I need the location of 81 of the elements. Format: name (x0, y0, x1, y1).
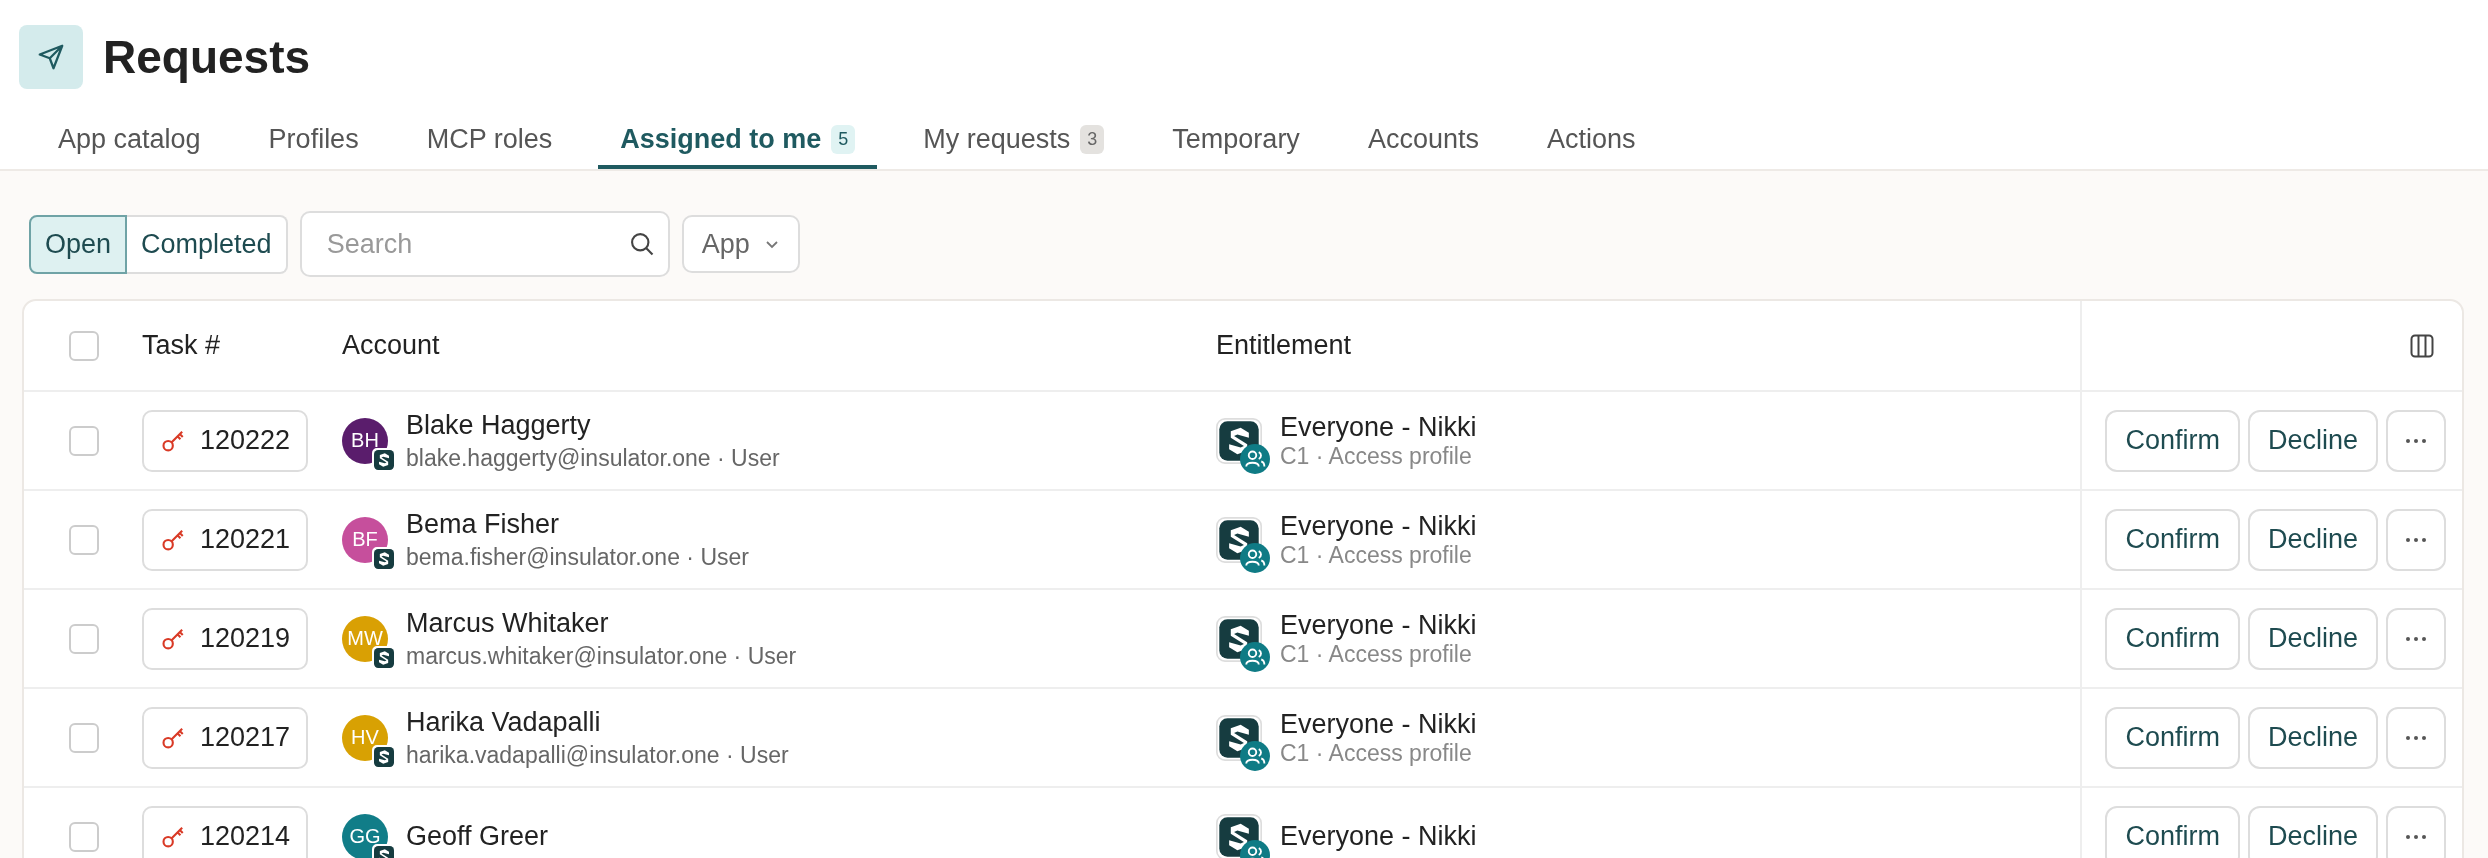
account-email: harika.vadapalli@insulator.one · User (406, 741, 789, 769)
task-button[interactable]: 120222 (142, 409, 309, 472)
users-icon (1240, 542, 1270, 573)
confirm-button[interactable]: Confirm (2105, 508, 2240, 571)
column-header: Account (342, 330, 440, 361)
more-icon (2404, 734, 2428, 741)
segment-button[interactable]: Completed (127, 214, 288, 274)
confirm-button[interactable]: Confirm (2105, 706, 2240, 769)
paper-plane-icon (19, 25, 83, 89)
row-checkbox[interactable] (69, 722, 99, 753)
tab[interactable]: Profiles (246, 112, 381, 169)
more-button[interactable] (2386, 409, 2446, 472)
row-checkbox[interactable] (69, 425, 99, 456)
entitlement-name: Everyone - Nikki (1280, 411, 1477, 443)
decline-button[interactable]: Decline (2247, 706, 2378, 769)
decline-button[interactable]: Decline (2247, 508, 2378, 571)
more-icon (2404, 437, 2428, 444)
entitlement-name: Everyone - Nikki (1280, 708, 1477, 740)
app-logo-icon (372, 546, 396, 571)
tab[interactable]: My requests 3 (901, 112, 1127, 169)
avatar: BH (342, 417, 388, 464)
account-name: Blake Haggerty (406, 409, 592, 441)
column-header: Entitlement (1216, 330, 1352, 361)
decline-button[interactable]: Decline (2247, 607, 2378, 670)
tab[interactable]: Accounts (1345, 112, 1501, 169)
row-checkbox[interactable] (69, 524, 99, 555)
tab[interactable]: MCP roles (404, 112, 575, 169)
account-name: Geoff Greer (406, 821, 549, 852)
app-logo-icon (372, 744, 396, 769)
entitlement-detail: C1 · Access profile (1280, 640, 1473, 668)
users-icon (1240, 443, 1270, 474)
more-icon (2404, 635, 2428, 642)
users-icon (1240, 740, 1270, 771)
column-header: Task # (142, 330, 221, 361)
more-icon (2404, 536, 2428, 543)
app-logo-icon (372, 447, 396, 472)
task-button[interactable]: 120214 (142, 805, 309, 858)
confirm-button[interactable]: Confirm (2105, 805, 2240, 858)
more-button[interactable] (2386, 508, 2446, 571)
decline-button[interactable]: Decline (2247, 805, 2378, 858)
more-button[interactable] (2386, 607, 2446, 670)
account-name: Bema Fisher (406, 508, 561, 540)
avatar: HV (342, 714, 388, 761)
avatar: BF (342, 516, 388, 563)
segment-button[interactable]: Open (29, 214, 128, 274)
confirm-button[interactable]: Confirm (2105, 409, 2240, 472)
decline-button[interactable]: Decline (2247, 409, 2378, 472)
row-checkbox[interactable] (69, 821, 99, 852)
account-name: Marcus Whitaker (406, 607, 610, 639)
avatar: MW (342, 615, 388, 662)
tab[interactable]: Temporary (1150, 112, 1322, 169)
select-all-checkbox[interactable] (69, 330, 99, 361)
entitlement-detail: C1 · Access profile (1280, 442, 1473, 470)
account-name: Harika Vadapalli (406, 706, 602, 738)
row-checkbox[interactable] (69, 623, 99, 654)
tab[interactable]: App catalog (36, 112, 223, 169)
tab[interactable]: Actions (1524, 112, 1658, 169)
app-filter-dropdown[interactable]: App (681, 215, 800, 273)
entitlement-detail: C1 · Access profile (1280, 541, 1473, 569)
account-email: marcus.whitaker@insulator.one · User (406, 642, 797, 670)
entitlement-name: Everyone - Nikki (1280, 821, 1477, 852)
task-button[interactable]: 120219 (142, 607, 309, 670)
account-email: bema.fisher@insulator.one · User (406, 543, 749, 571)
more-icon (2404, 833, 2428, 840)
tab[interactable]: Assigned to me 5 (598, 112, 878, 169)
count-badge: 3 (1080, 125, 1105, 154)
entitlement-name: Everyone - Nikki (1280, 609, 1477, 641)
task-button[interactable]: 120217 (142, 706, 309, 769)
entitlement-name: Everyone - Nikki (1280, 510, 1477, 542)
count-badge: 5 (831, 125, 856, 154)
avatar: GG (342, 813, 388, 858)
task-button[interactable]: 120221 (142, 508, 309, 571)
app-logo-icon (372, 645, 396, 670)
entitlement-detail: C1 · Access profile (1280, 739, 1473, 767)
search-field[interactable]: Search (299, 211, 670, 277)
confirm-button[interactable]: Confirm (2105, 607, 2240, 670)
account-email: blake.haggerty@insulator.one · User (406, 444, 780, 472)
page-title: Requests (103, 30, 311, 84)
more-button[interactable] (2386, 706, 2446, 769)
more-button[interactable] (2386, 805, 2446, 858)
users-icon (1240, 641, 1270, 672)
